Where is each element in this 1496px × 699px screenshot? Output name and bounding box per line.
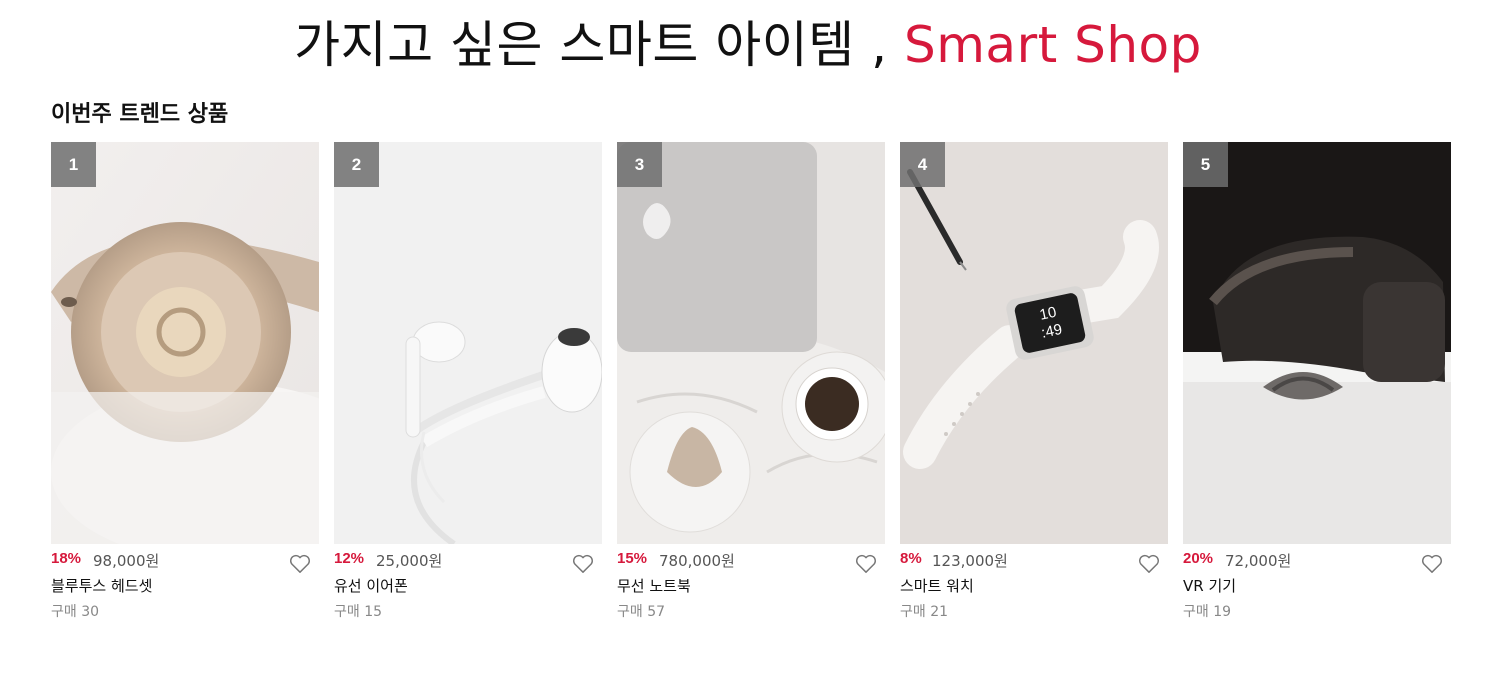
discount-rate: 12% [334,550,365,567]
purchase-count: 구매 19 [1183,604,1232,620]
discount-rate: 15% [617,550,648,567]
price: 780,000원 [659,552,735,570]
product-card[interactable]: 2 12% 25,000원 유선 이어폰 구매 15 [334,142,602,632]
rank-badge: 2 [334,142,379,187]
product-image-headphones[interactable] [51,142,319,544]
product-list: 1 18% 98,000원 블루투스 헤드셋 구매 30 2 12% 25,00… [51,142,1451,632]
price: 72,000원 [1225,552,1292,570]
hero-title-accent: Smart Shop [903,16,1202,74]
purchase-count: 구매 30 [51,604,100,620]
discount-rate: 20% [1183,550,1214,567]
heart-outline-icon[interactable] [289,554,311,574]
price: 25,000원 [376,552,443,570]
svg-text:10: 10 [1038,304,1058,324]
purchase-count: 구매 21 [900,604,949,620]
section-title: 이번주 트렌드 상품 [51,102,229,127]
heart-outline-icon[interactable] [855,554,877,574]
rank-badge: 5 [1183,142,1228,187]
product-image-vr-headset[interactable] [1183,142,1451,544]
price: 98,000원 [93,552,160,570]
product-card[interactable]: 1 18% 98,000원 블루투스 헤드셋 구매 30 [51,142,319,632]
page-hero-title: 가지고 싶은 스마트 아이템 , Smart Shop [0,14,1496,76]
rank-badge: 1 [51,142,96,187]
price-row: 20% 72,000원 [1183,548,1451,574]
purchase-count: 구매 57 [617,604,666,620]
product-card[interactable]: 10 :49 4 8% 123,000원 스마트 워치 구매 21 [900,142,1168,632]
heart-outline-icon[interactable] [572,554,594,574]
purchase-count: 구매 15 [334,604,383,620]
discount-rate: 8% [900,550,922,567]
hero-title-main: 가지고 싶은 스마트 아이템 , [294,16,904,74]
price-row: 12% 25,000원 [334,548,602,574]
product-image-earphones[interactable] [334,142,602,544]
product-name[interactable]: VR 기기 [1183,575,1236,596]
product-name[interactable]: 블루투스 헤드셋 [51,575,152,596]
product-image-smartwatch[interactable]: 10 :49 [900,142,1168,544]
discount-rate: 18% [51,550,82,567]
product-name[interactable]: 유선 이어폰 [334,575,408,596]
product-card[interactable]: 5 20% 72,000원 VR 기기 구매 19 [1183,142,1451,632]
product-image-laptop[interactable] [617,142,885,544]
product-card[interactable]: 3 15% 780,000원 무선 노트북 구매 57 [617,142,885,632]
price-row: 18% 98,000원 [51,548,319,574]
heart-outline-icon[interactable] [1138,554,1160,574]
rank-badge: 4 [900,142,945,187]
price-row: 15% 780,000원 [617,548,885,574]
price: 123,000원 [932,552,1008,570]
price-row: 8% 123,000원 [900,548,1168,574]
product-name[interactable]: 무선 노트북 [617,575,691,596]
heart-outline-icon[interactable] [1421,554,1443,574]
product-name[interactable]: 스마트 워치 [900,575,974,596]
rank-badge: 3 [617,142,662,187]
